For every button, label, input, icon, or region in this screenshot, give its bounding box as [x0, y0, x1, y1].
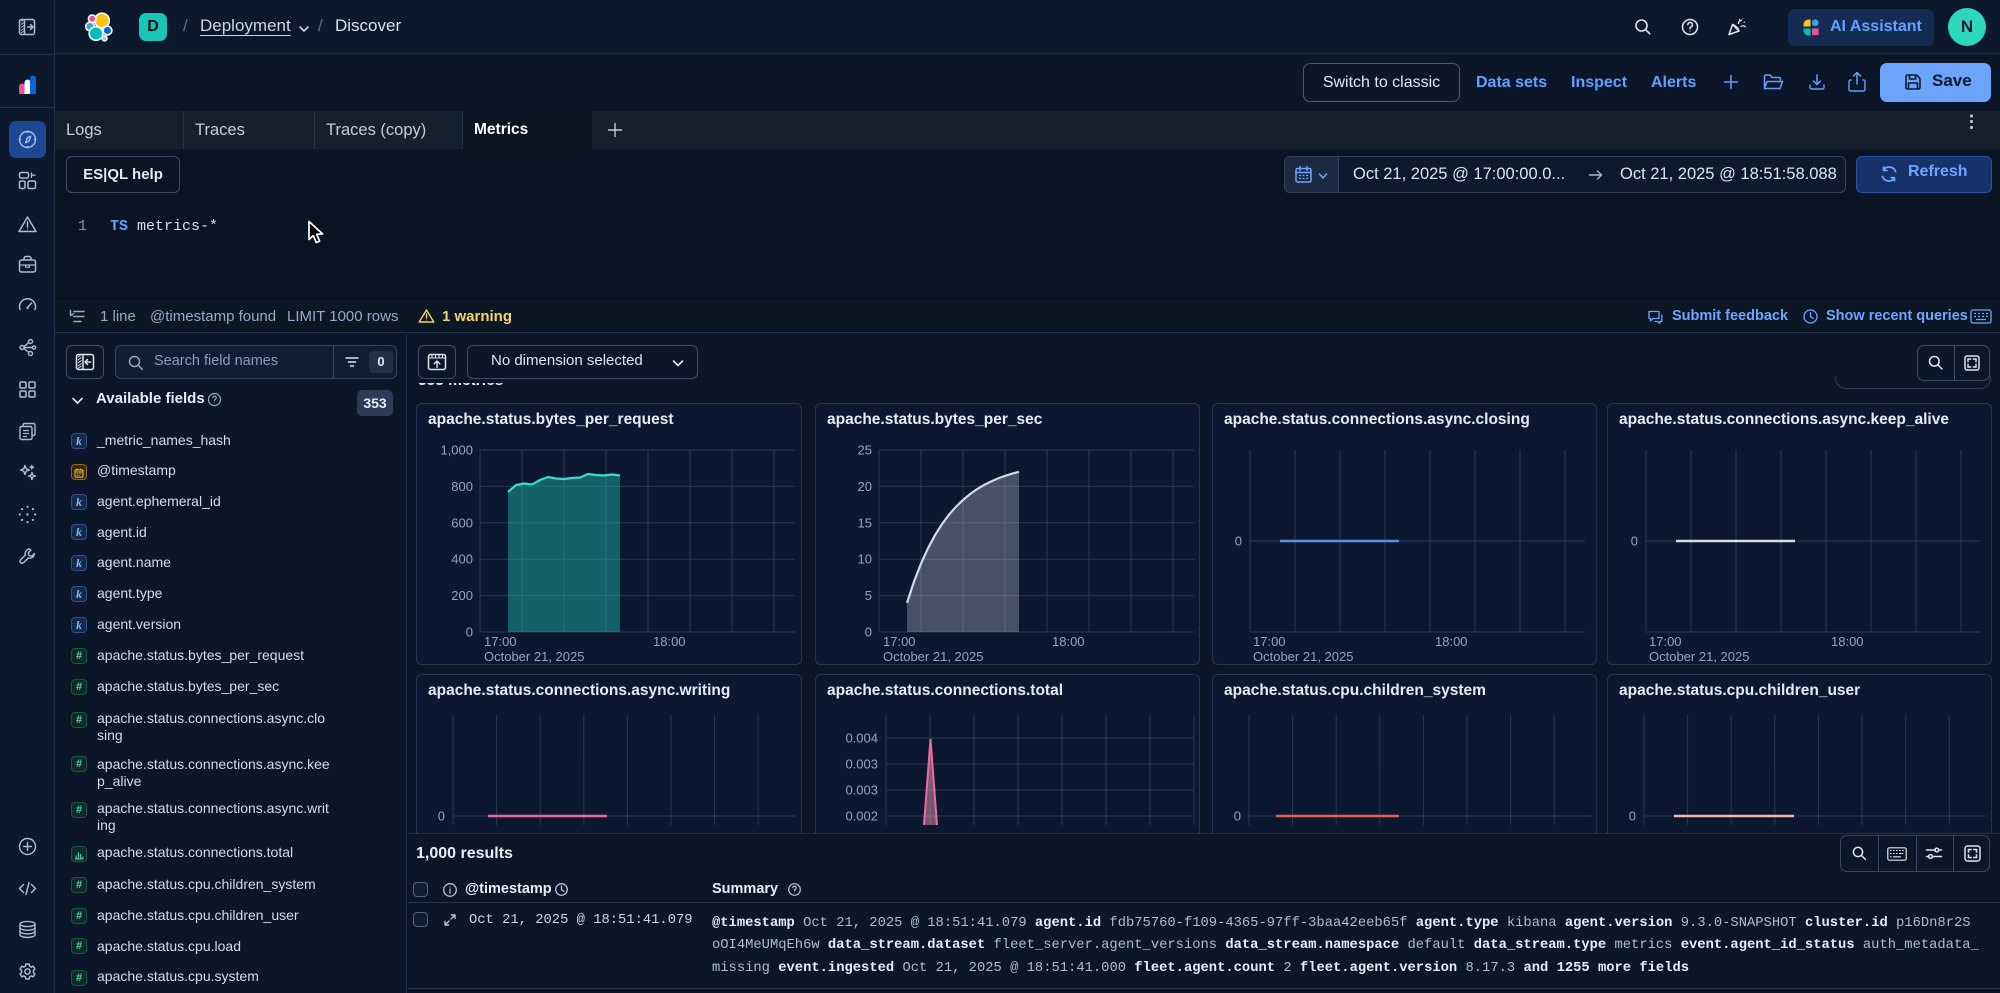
svg-text:0: 0 [865, 625, 872, 640]
svg-text:0: 0 [1629, 809, 1636, 824]
svg-text:17:00: 17:00 [484, 634, 517, 649]
svg-text:25: 25 [858, 443, 872, 458]
svg-text:18:00: 18:00 [1052, 634, 1085, 649]
svg-text:18:00: 18:00 [1435, 634, 1468, 649]
svg-text:October 21, 2025: October 21, 2025 [484, 649, 584, 664]
svg-text:October 21, 2025: October 21, 2025 [883, 649, 983, 664]
svg-text:0: 0 [1235, 534, 1242, 549]
svg-text:October 21, 2025: October 21, 2025 [1649, 649, 1749, 664]
svg-text:200: 200 [451, 588, 473, 603]
svg-text:10: 10 [858, 552, 872, 567]
svg-text:0.003: 0.003 [845, 783, 878, 798]
svg-text:18:00: 18:00 [1831, 634, 1864, 649]
svg-text:5: 5 [865, 588, 872, 603]
svg-text:0.003: 0.003 [845, 757, 878, 772]
svg-text:15: 15 [858, 515, 872, 530]
svg-text:0: 0 [1234, 809, 1241, 824]
svg-text:0: 0 [466, 625, 473, 640]
svg-text:600: 600 [451, 515, 473, 530]
svg-text:17:00: 17:00 [1253, 634, 1286, 649]
svg-text:17:00: 17:00 [1649, 634, 1682, 649]
svg-text:0.004: 0.004 [845, 731, 878, 746]
svg-text:0: 0 [438, 809, 445, 824]
svg-text:800: 800 [451, 479, 473, 494]
svg-text:400: 400 [451, 552, 473, 567]
svg-text:20: 20 [858, 479, 872, 494]
svg-text:1,000: 1,000 [440, 443, 473, 458]
svg-text:October 21, 2025: October 21, 2025 [1253, 649, 1353, 664]
svg-text:17:00: 17:00 [883, 634, 916, 649]
svg-text:0: 0 [1631, 534, 1638, 549]
svg-text:18:00: 18:00 [653, 634, 686, 649]
svg-text:0.002: 0.002 [845, 809, 878, 824]
